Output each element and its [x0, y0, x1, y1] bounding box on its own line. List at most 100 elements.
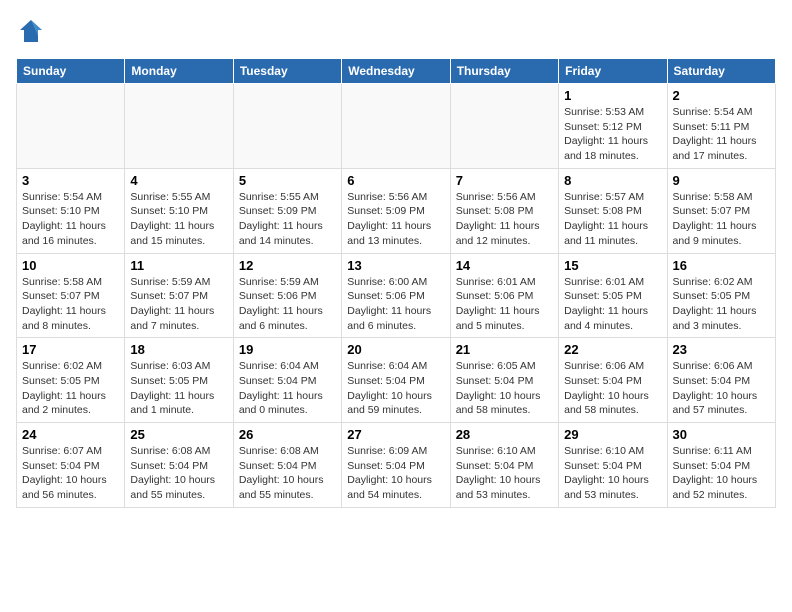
calendar-cell: 16 Sunrise: 6:02 AM Sunset: 5:05 PM Dayli… — [667, 253, 775, 338]
day-number: 12 — [239, 258, 336, 273]
day-number: 1 — [564, 88, 661, 103]
logo-icon — [16, 16, 46, 46]
calendar-cell: 28 Sunrise: 6:10 AM Sunset: 5:04 PM Dayli… — [450, 423, 558, 508]
day-number: 19 — [239, 342, 336, 357]
calendar-cell: 23 Sunrise: 6:06 AM Sunset: 5:04 PM Dayli… — [667, 338, 775, 423]
day-number: 30 — [673, 427, 770, 442]
day-number: 11 — [130, 258, 227, 273]
day-number: 28 — [456, 427, 553, 442]
week-row-3: 10 Sunrise: 5:58 AM Sunset: 5:07 PM Dayli… — [17, 253, 776, 338]
day-number: 23 — [673, 342, 770, 357]
calendar-cell: 9Sunrise: 5:58 AM Sunset: 5:07 PM Daylig… — [667, 168, 775, 253]
calendar-cell: 3Sunrise: 5:54 AM Sunset: 5:10 PM Daylig… — [17, 168, 125, 253]
day-info: Sunrise: 5:55 AM Sunset: 5:09 PM Dayligh… — [239, 190, 336, 249]
day-info: Sunrise: 6:01 AM Sunset: 5:06 PM Dayligh… — [456, 275, 553, 334]
header-sunday: Sunday — [17, 59, 125, 84]
day-number: 29 — [564, 427, 661, 442]
header-thursday: Thursday — [450, 59, 558, 84]
logo — [16, 16, 50, 46]
day-info: Sunrise: 6:06 AM Sunset: 5:04 PM Dayligh… — [673, 359, 770, 418]
header-saturday: Saturday — [667, 59, 775, 84]
day-number: 4 — [130, 173, 227, 188]
calendar-cell: 30 Sunrise: 6:11 AM Sunset: 5:04 PM Dayli… — [667, 423, 775, 508]
calendar-cell: 13Sunrise: 6:00 AM Sunset: 5:06 PM Dayli… — [342, 253, 450, 338]
calendar: SundayMondayTuesdayWednesdayThursdayFrid… — [16, 58, 776, 508]
day-info: Sunrise: 6:07 AM Sunset: 5:04 PM Dayligh… — [22, 444, 119, 503]
day-info: Sunrise: 6:02 AM Sunset: 5:05 PM Dayligh… — [673, 275, 770, 334]
day-number: 9 — [673, 173, 770, 188]
week-row-5: 24Sunrise: 6:07 AM Sunset: 5:04 PM Dayli… — [17, 423, 776, 508]
calendar-cell — [125, 84, 233, 169]
day-info: Sunrise: 6:01 AM Sunset: 5:05 PM Dayligh… — [564, 275, 661, 334]
calendar-cell: 17Sunrise: 6:02 AM Sunset: 5:05 PM Dayli… — [17, 338, 125, 423]
day-number: 25 — [130, 427, 227, 442]
calendar-cell: 15 Sunrise: 6:01 AM Sunset: 5:05 PM Dayli… — [559, 253, 667, 338]
day-info: Sunrise: 5:57 AM Sunset: 5:08 PM Dayligh… — [564, 190, 661, 249]
day-number: 10 — [22, 258, 119, 273]
calendar-cell: 22 Sunrise: 6:06 AM Sunset: 5:04 PM Dayli… — [559, 338, 667, 423]
day-info: Sunrise: 6:06 AM Sunset: 5:04 PM Dayligh… — [564, 359, 661, 418]
day-info: Sunrise: 6:10 AM Sunset: 5:04 PM Dayligh… — [456, 444, 553, 503]
day-info: Sunrise: 6:05 AM Sunset: 5:04 PM Dayligh… — [456, 359, 553, 418]
week-row-2: 3Sunrise: 5:54 AM Sunset: 5:10 PM Daylig… — [17, 168, 776, 253]
calendar-cell: 2 Sunrise: 5:54 AM Sunset: 5:11 PM Daylig… — [667, 84, 775, 169]
day-info: Sunrise: 5:56 AM Sunset: 5:09 PM Dayligh… — [347, 190, 444, 249]
day-number: 16 — [673, 258, 770, 273]
day-info: Sunrise: 6:02 AM Sunset: 5:05 PM Dayligh… — [22, 359, 119, 418]
day-number: 2 — [673, 88, 770, 103]
calendar-cell — [450, 84, 558, 169]
day-info: Sunrise: 6:04 AM Sunset: 5:04 PM Dayligh… — [347, 359, 444, 418]
calendar-cell: 5 Sunrise: 5:55 AM Sunset: 5:09 PM Daylig… — [233, 168, 341, 253]
calendar-header-row: SundayMondayTuesdayWednesdayThursdayFrid… — [17, 59, 776, 84]
day-number: 21 — [456, 342, 553, 357]
day-info: Sunrise: 6:11 AM Sunset: 5:04 PM Dayligh… — [673, 444, 770, 503]
day-number: 14 — [456, 258, 553, 273]
calendar-cell: 10 Sunrise: 5:58 AM Sunset: 5:07 PM Dayli… — [17, 253, 125, 338]
day-number: 8 — [564, 173, 661, 188]
day-number: 7 — [456, 173, 553, 188]
day-number: 18 — [130, 342, 227, 357]
day-number: 22 — [564, 342, 661, 357]
day-number: 26 — [239, 427, 336, 442]
calendar-cell — [233, 84, 341, 169]
day-number: 20 — [347, 342, 444, 357]
calendar-cell — [17, 84, 125, 169]
day-info: Sunrise: 5:59 AM Sunset: 5:06 PM Dayligh… — [239, 275, 336, 334]
calendar-cell: 8 Sunrise: 5:57 AM Sunset: 5:08 PM Daylig… — [559, 168, 667, 253]
week-row-4: 17Sunrise: 6:02 AM Sunset: 5:05 PM Dayli… — [17, 338, 776, 423]
calendar-cell: 11 Sunrise: 5:59 AM Sunset: 5:07 PM Dayli… — [125, 253, 233, 338]
week-row-1: 1 Sunrise: 5:53 AM Sunset: 5:12 PM Daylig… — [17, 84, 776, 169]
day-info: Sunrise: 6:08 AM Sunset: 5:04 PM Dayligh… — [239, 444, 336, 503]
calendar-cell: 26 Sunrise: 6:08 AM Sunset: 5:04 PM Dayli… — [233, 423, 341, 508]
calendar-cell: 14 Sunrise: 6:01 AM Sunset: 5:06 PM Dayli… — [450, 253, 558, 338]
calendar-cell: 4 Sunrise: 5:55 AM Sunset: 5:10 PM Daylig… — [125, 168, 233, 253]
calendar-cell: 19Sunrise: 6:04 AM Sunset: 5:04 PM Dayli… — [233, 338, 341, 423]
day-info: Sunrise: 5:59 AM Sunset: 5:07 PM Dayligh… — [130, 275, 227, 334]
day-info: Sunrise: 5:55 AM Sunset: 5:10 PM Dayligh… — [130, 190, 227, 249]
day-number: 5 — [239, 173, 336, 188]
day-info: Sunrise: 6:08 AM Sunset: 5:04 PM Dayligh… — [130, 444, 227, 503]
calendar-cell: 29 Sunrise: 6:10 AM Sunset: 5:04 PM Dayli… — [559, 423, 667, 508]
day-info: Sunrise: 5:56 AM Sunset: 5:08 PM Dayligh… — [456, 190, 553, 249]
day-info: Sunrise: 5:54 AM Sunset: 5:11 PM Dayligh… — [673, 105, 770, 164]
calendar-cell: 24Sunrise: 6:07 AM Sunset: 5:04 PM Dayli… — [17, 423, 125, 508]
day-info: Sunrise: 5:58 AM Sunset: 5:07 PM Dayligh… — [22, 275, 119, 334]
day-number: 13 — [347, 258, 444, 273]
header-monday: Monday — [125, 59, 233, 84]
day-info: Sunrise: 6:03 AM Sunset: 5:05 PM Dayligh… — [130, 359, 227, 418]
day-info: Sunrise: 5:53 AM Sunset: 5:12 PM Dayligh… — [564, 105, 661, 164]
day-info: Sunrise: 6:09 AM Sunset: 5:04 PM Dayligh… — [347, 444, 444, 503]
calendar-cell — [342, 84, 450, 169]
day-number: 27 — [347, 427, 444, 442]
header-wednesday: Wednesday — [342, 59, 450, 84]
day-number: 15 — [564, 258, 661, 273]
day-number: 3 — [22, 173, 119, 188]
calendar-cell: 6 Sunrise: 5:56 AM Sunset: 5:09 PM Daylig… — [342, 168, 450, 253]
day-number: 6 — [347, 173, 444, 188]
calendar-cell: 21 Sunrise: 6:05 AM Sunset: 5:04 PM Dayli… — [450, 338, 558, 423]
calendar-cell: 18 Sunrise: 6:03 AM Sunset: 5:05 PM Dayli… — [125, 338, 233, 423]
calendar-cell: 7 Sunrise: 5:56 AM Sunset: 5:08 PM Daylig… — [450, 168, 558, 253]
calendar-cell: 20 Sunrise: 6:04 AM Sunset: 5:04 PM Dayli… — [342, 338, 450, 423]
header — [16, 16, 776, 46]
day-info: Sunrise: 6:10 AM Sunset: 5:04 PM Dayligh… — [564, 444, 661, 503]
